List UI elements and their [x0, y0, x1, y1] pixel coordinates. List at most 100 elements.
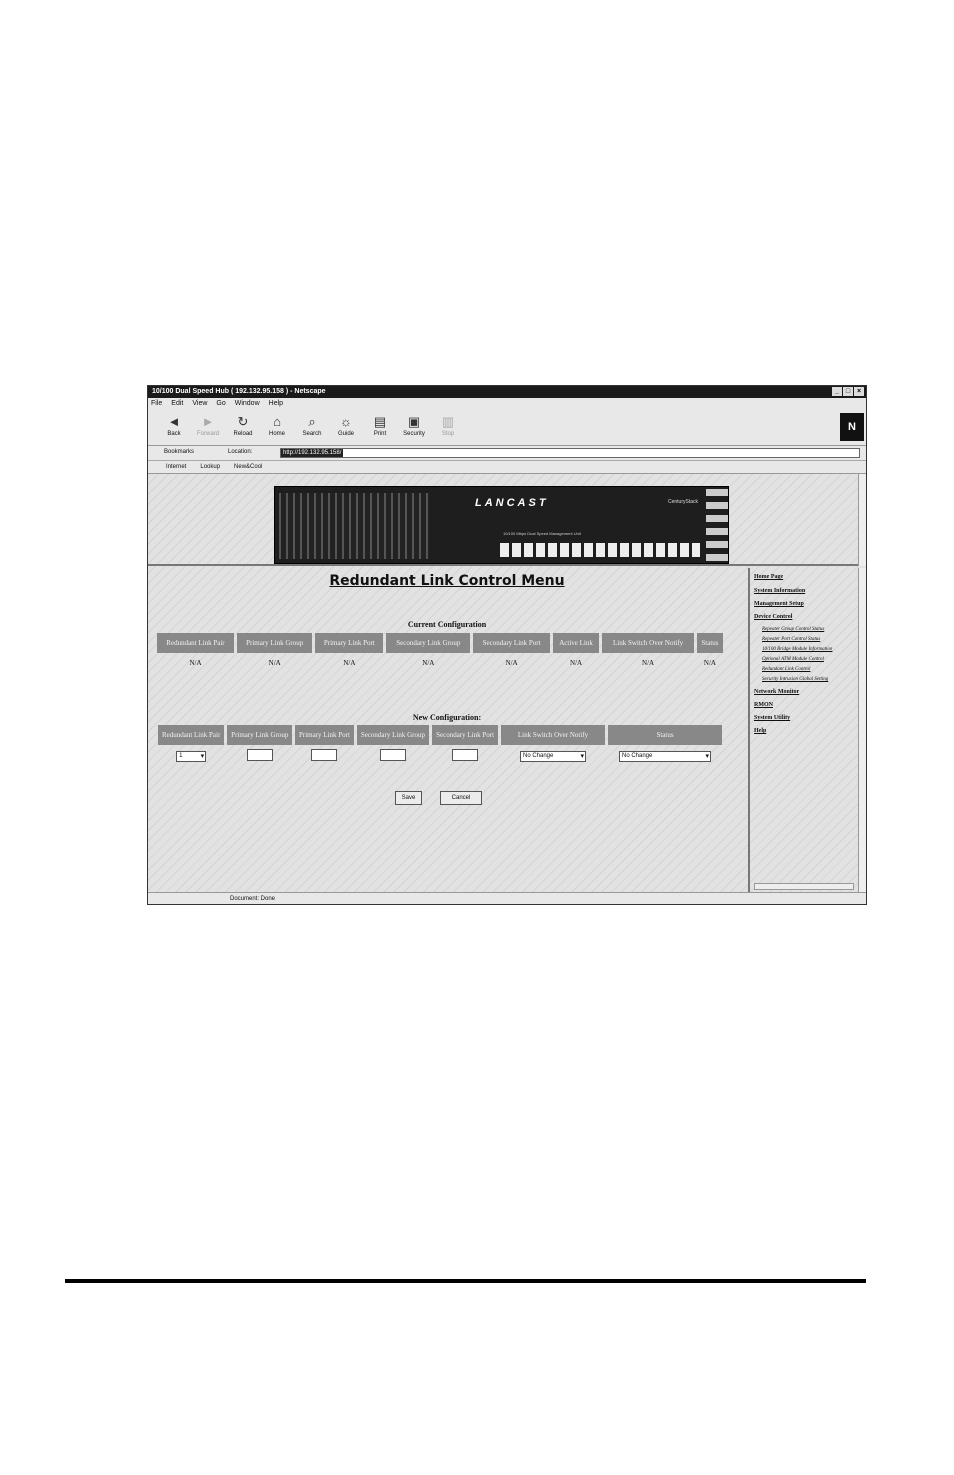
current-config-table: Redundant Link Pair Primary Link Group P…	[154, 630, 726, 673]
col-primary-link-group: Primary Link Group	[227, 725, 293, 745]
security-button[interactable]: ▣ Security	[398, 413, 430, 443]
home-button[interactable]: ⌂ Home	[261, 413, 293, 443]
primary-link-port-input[interactable]	[311, 749, 338, 761]
col-redundant-link-pair: Redundant Link Pair	[157, 633, 234, 653]
url-input[interactable]: http://192.132.95.158/	[280, 448, 860, 458]
col-primary-link-port: Primary Link Port	[295, 725, 354, 745]
save-button[interactable]: Save	[395, 791, 422, 805]
led-slots	[279, 493, 429, 559]
device-model: CenturyStack	[667, 499, 698, 505]
menu-edit[interactable]: Edit	[171, 398, 183, 410]
title-bar: 10/100 Dual Speed Hub ( 192.132.95.158 )…	[148, 386, 866, 398]
menu-tree-vscrollbar[interactable]	[858, 568, 866, 892]
security-lock-icon: ▣	[407, 414, 421, 429]
reload-icon: ↻	[237, 414, 249, 429]
menu-view[interactable]: View	[192, 398, 207, 410]
nav-item-network-monitor[interactable]: Network Monitor	[754, 689, 799, 695]
nav-subitem-repeater-port-control[interactable]: Repeater Port Control Status	[762, 637, 820, 642]
nav-item-rmon[interactable]: RMON	[754, 702, 773, 708]
back-arrow-icon: ◄	[167, 414, 181, 429]
url-text: http://192.132.95.158/	[281, 449, 344, 457]
bookmarks-button[interactable]: Bookmarks	[164, 449, 194, 455]
secondary-link-group-input[interactable]	[379, 749, 406, 761]
redundant-link-pair-select[interactable]: 1	[176, 750, 207, 762]
table-row: 1 No Change No Change	[158, 748, 722, 764]
device-brand: LANCAST	[475, 497, 549, 509]
table-header-row: Redundant Link Pair Primary Link Group P…	[158, 725, 722, 745]
nav-subitem-repeater-group-control[interactable]: Repeater Group Control Status	[762, 627, 824, 632]
window-title: 10/100 Dual Speed Hub ( 192.132.95.158 )…	[152, 388, 326, 395]
menu-tree-frame: Home Page System Information Management …	[748, 568, 860, 892]
table-header-row: Redundant Link Pair Primary Link Group P…	[157, 633, 723, 653]
hub-front-panel-image[interactable]: LANCAST CenturyStack 10/100 Mbps Dual Sp…	[274, 486, 729, 564]
nav-item-management-setup[interactable]: Management Setup	[754, 601, 804, 607]
col-primary-link-port: Primary Link Port	[315, 633, 384, 653]
banner-scrollbar[interactable]	[858, 474, 866, 566]
nav-item-system-utility[interactable]: System Utility	[754, 715, 790, 721]
link-switch-over-notify-select[interactable]: No Change	[520, 750, 586, 762]
nav-subitem-bridge-module-info[interactable]: 10/100 Bridge Module Information	[762, 647, 832, 652]
status-select[interactable]: No Change	[619, 750, 711, 762]
link-newcool[interactable]: New&Cool	[234, 461, 262, 473]
maximize-button[interactable]: □	[843, 387, 853, 396]
personal-toolbar: Internet Lookup New&Cool	[148, 461, 866, 474]
new-config-table: Redundant Link Pair Primary Link Group P…	[155, 722, 725, 767]
link-lookup[interactable]: Lookup	[200, 461, 220, 473]
stop-icon: ▥	[441, 414, 455, 429]
netscape-logo: N	[840, 413, 864, 441]
menu-file[interactable]: File	[151, 398, 162, 410]
table-row: N/A N/A N/A N/A N/A N/A N/A N/A	[189, 659, 716, 667]
page-divider-rule	[65, 1279, 866, 1283]
col-active-link: Active Link	[552, 633, 600, 653]
menu-go[interactable]: Go	[216, 398, 225, 410]
side-ports	[706, 489, 728, 563]
nav-subitem-redundant-link-control[interactable]: Redundant Link Control	[762, 667, 810, 672]
secondary-link-port-input[interactable]	[452, 749, 479, 761]
col-primary-link-group: Primary Link Group	[236, 633, 313, 653]
device-banner-frame: LANCAST CenturyStack 10/100 Mbps Dual Sp…	[148, 474, 860, 566]
col-secondary-link-port: Secondary Link Port	[432, 725, 498, 745]
cancel-button[interactable]: Cancel	[440, 791, 482, 805]
status-text: Document: Done	[230, 896, 276, 902]
location-bar: Bookmarks Location: http://192.132.95.15…	[148, 446, 866, 461]
status-bar: Document: Done	[148, 892, 866, 904]
navigation-toolbar: ◄ Back ► Forward ↻ Reload ⌂ Home ⌕ Searc…	[148, 410, 866, 446]
minimize-button[interactable]: _	[832, 387, 842, 396]
nav-item-home-page[interactable]: Home Page	[754, 574, 783, 580]
col-secondary-link-group: Secondary Link Group	[386, 633, 471, 653]
menu-window[interactable]: Window	[235, 398, 260, 410]
print-button[interactable]: ▤ Print	[364, 413, 396, 443]
home-icon: ⌂	[273, 414, 281, 429]
forward-button[interactable]: ► Forward	[192, 413, 224, 443]
window-controls: _ □ ×	[832, 387, 864, 396]
col-secondary-link-group: Secondary Link Group	[356, 725, 430, 745]
back-button[interactable]: ◄ Back	[158, 413, 190, 443]
menu-bar: File Edit View Go Window Help	[148, 398, 866, 410]
menu-help[interactable]: Help	[269, 398, 283, 410]
nav-item-system-information[interactable]: System Information	[754, 588, 805, 594]
nav-subitem-atm-module-control[interactable]: Optional ATM Module Control	[762, 657, 824, 662]
search-icon: ⌕	[308, 414, 316, 429]
primary-link-group-input[interactable]	[246, 749, 273, 761]
main-frame: Redundant Link Control Menu Current Conf…	[148, 568, 746, 892]
page-title: Redundant Link Control Menu	[329, 573, 565, 589]
col-link-switch-over-notify: Link Switch Over Notify	[501, 725, 605, 745]
col-redundant-link-pair: Redundant Link Pair	[158, 725, 225, 745]
nav-item-device-control[interactable]: Device Control	[754, 614, 792, 620]
page-content: LANCAST CenturyStack 10/100 Mbps Dual Sp…	[148, 474, 866, 892]
link-internet[interactable]: Internet	[166, 461, 186, 473]
nav-subitem-security-intrusion[interactable]: Security Intrusion Global Setting	[762, 677, 828, 682]
forward-arrow-icon: ►	[201, 414, 215, 429]
search-button[interactable]: ⌕ Search	[296, 413, 328, 443]
browser-window: 10/100 Dual Speed Hub ( 192.132.95.158 )…	[147, 385, 867, 905]
guide-button[interactable]: ☼ Guide	[330, 413, 362, 443]
current-config-heading: Current Configuration	[407, 620, 487, 629]
close-button[interactable]: ×	[854, 387, 864, 396]
menu-tree-hscrollbar[interactable]	[754, 883, 854, 890]
stop-button[interactable]: ▥ Stop	[432, 413, 464, 443]
col-secondary-link-port: Secondary Link Port	[473, 633, 550, 653]
col-link-switch-over-notify: Link Switch Over Notify	[602, 633, 694, 653]
reload-button[interactable]: ↻ Reload	[227, 413, 259, 443]
new-config-heading: New Configuration:	[412, 713, 482, 722]
nav-item-help[interactable]: Help	[754, 728, 766, 734]
